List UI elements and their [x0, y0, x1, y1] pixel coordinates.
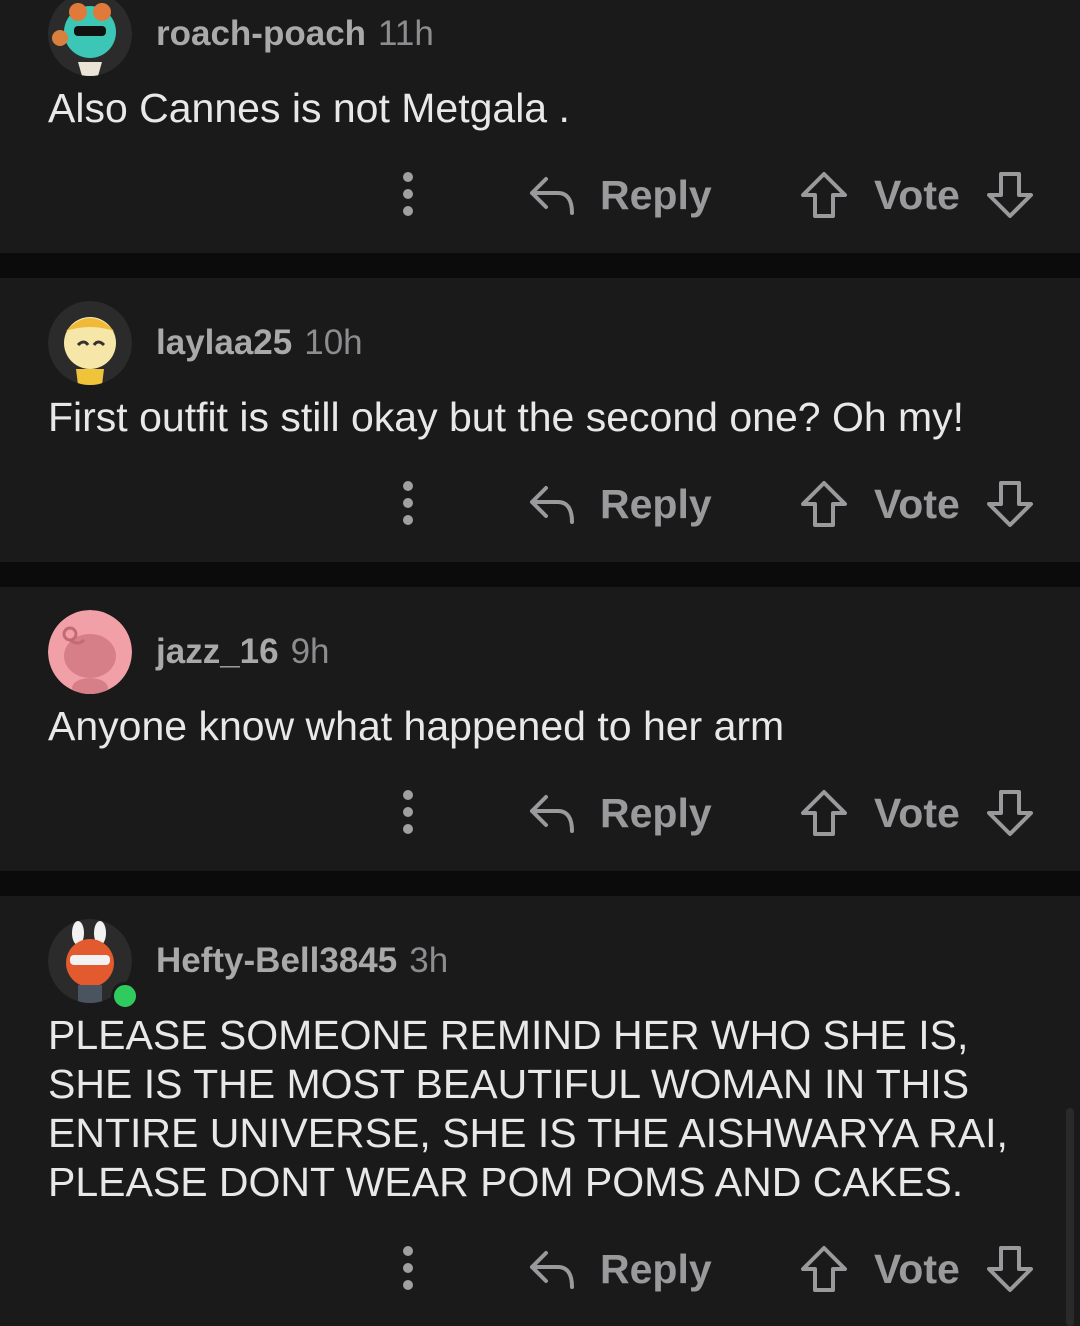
- user-avatar[interactable]: [48, 301, 132, 385]
- online-status-icon: [111, 982, 139, 1010]
- comment-text: PLEASE SOMEONE REMIND HER WHO SHE IS, SH…: [48, 1012, 1008, 1205]
- reply-label: Reply: [600, 789, 712, 836]
- username[interactable]: roach-poach: [156, 14, 366, 54]
- downvote-icon[interactable]: [986, 1245, 1034, 1293]
- username[interactable]: jazz_16: [156, 632, 279, 672]
- user-avatar[interactable]: [48, 0, 132, 76]
- comment-text: Also Cannes is not Metgala .: [48, 85, 570, 131]
- reply-button[interactable]: Reply: [528, 474, 712, 534]
- vote-label: Vote: [874, 1245, 960, 1292]
- more-options-icon[interactable]: [390, 165, 430, 225]
- more-options-icon[interactable]: [390, 474, 430, 534]
- comment-card: Hefty-Bell3845 3h PLEASE SOMEONE REMIND …: [0, 896, 1080, 1326]
- timestamp: 3h: [409, 941, 449, 980]
- vote-label: Vote: [874, 480, 960, 527]
- comment-actions: Reply Vote: [0, 1239, 1080, 1299]
- comment-actions: Reply Vote: [0, 165, 1080, 225]
- comment-meta: Hefty-Bell3845 3h: [48, 919, 448, 1003]
- downvote-icon[interactable]: [986, 171, 1034, 219]
- more-options-icon[interactable]: [390, 1239, 430, 1299]
- more-options-icon[interactable]: [390, 783, 430, 843]
- reply-icon: [530, 795, 574, 833]
- upvote-icon[interactable]: [800, 480, 848, 528]
- username[interactable]: laylaa25: [156, 323, 292, 363]
- reply-button[interactable]: Reply: [528, 783, 712, 843]
- comment-meta: jazz_16 9h: [48, 610, 330, 694]
- reply-icon: [530, 1251, 574, 1289]
- upvote-icon[interactable]: [800, 171, 848, 219]
- user-avatar[interactable]: [48, 610, 132, 694]
- timestamp: 10h: [304, 323, 363, 362]
- reply-button[interactable]: Reply: [528, 165, 712, 225]
- vote-group: Vote: [800, 783, 1034, 843]
- scrollbar[interactable]: [1066, 1108, 1074, 1326]
- comment-meta: roach-poach 11h: [48, 0, 434, 76]
- timestamp: 9h: [290, 632, 330, 671]
- comment-meta: laylaa25 10h: [48, 301, 363, 385]
- timestamp: 11h: [378, 14, 434, 53]
- downvote-icon[interactable]: [986, 480, 1034, 528]
- upvote-icon[interactable]: [800, 789, 848, 837]
- reply-icon: [530, 177, 574, 215]
- comment-text: Anyone know what happened to her arm: [48, 703, 785, 749]
- upvote-icon[interactable]: [800, 1245, 848, 1293]
- vote-label: Vote: [874, 171, 960, 218]
- downvote-icon[interactable]: [986, 789, 1034, 837]
- vote-group: Vote: [800, 1239, 1034, 1299]
- reply-label: Reply: [600, 171, 712, 218]
- comment-actions: Reply Vote: [0, 474, 1080, 534]
- vote-group: Vote: [800, 474, 1034, 534]
- reply-button[interactable]: Reply: [528, 1239, 712, 1299]
- vote-group: Vote: [800, 165, 1034, 225]
- vote-label: Vote: [874, 789, 960, 836]
- reply-icon: [530, 486, 574, 524]
- comment-card: jazz_16 9h Anyone know what happened to …: [0, 587, 1080, 871]
- reply-label: Reply: [600, 1245, 712, 1292]
- username[interactable]: Hefty-Bell3845: [156, 941, 397, 981]
- comment-card: laylaa25 10h First outfit is still okay …: [0, 278, 1080, 562]
- reply-label: Reply: [600, 480, 712, 527]
- comment-text: First outfit is still okay but the secon…: [48, 394, 965, 440]
- comment-actions: Reply Vote: [0, 783, 1080, 843]
- comment-card: roach-poach 11h Also Cannes is not Metga…: [0, 0, 1080, 253]
